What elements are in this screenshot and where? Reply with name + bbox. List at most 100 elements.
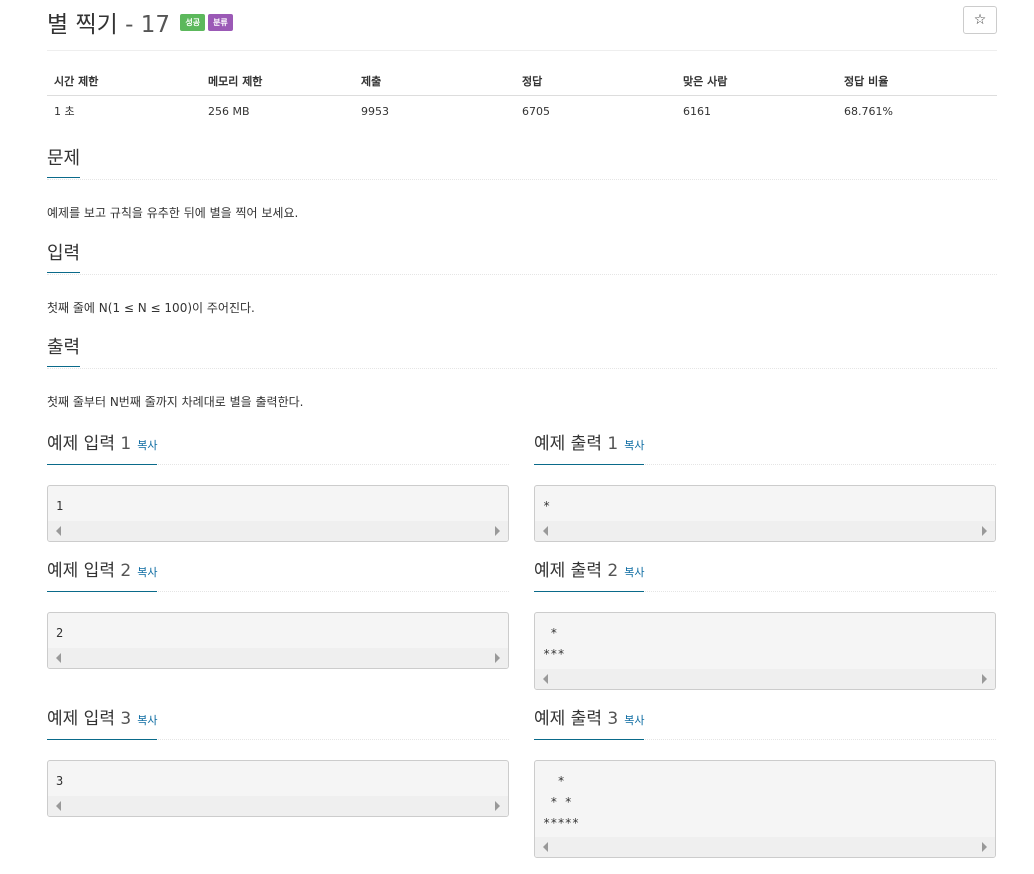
output-heading: 출력	[47, 336, 81, 367]
copy-sample-input-1-link[interactable]: 복사	[137, 439, 157, 452]
scroll-right-icon[interactable]	[495, 653, 500, 663]
copy-sample-output-1-link[interactable]: 복사	[624, 439, 644, 452]
copy-sample-output-3-link[interactable]: 복사	[624, 714, 644, 727]
problem-page: 별 찍기 - 17 성공 분류 ☆ 시간 제한 메모리 제한 제출 정답 맞은 사…	[47, 0, 997, 858]
sample-output-2: 예제 출력 2 복사 * ***	[534, 559, 996, 690]
problem-name: 별 찍기	[47, 12, 118, 38]
sample-input-3-head: 예제 입력 3 복사	[47, 707, 509, 740]
horizontal-scrollbar[interactable]	[48, 521, 508, 541]
sample-output-3-text: * * * *****	[543, 774, 580, 830]
horizontal-scrollbar[interactable]	[535, 669, 995, 689]
title-separator: -	[125, 12, 134, 38]
horizontal-scrollbar[interactable]	[535, 521, 995, 541]
sample-input-2-title: 예제 입력 2 복사	[47, 559, 158, 592]
sample-output-1: 예제 출력 1 복사 *	[534, 432, 996, 542]
info-value-row: 1 초 256 MB 9953 6705 6161 68.761%	[47, 96, 997, 127]
scroll-left-icon[interactable]	[56, 526, 61, 536]
info-header-row: 시간 제한 메모리 제한 제출 정답 맞은 사람 정답 비율	[47, 67, 997, 96]
problem-section: 문제 예제를 보고 규칙을 유추한 뒤에 별을 찍어 보세요.	[47, 147, 997, 221]
sample-output-1-number: 1	[607, 434, 619, 454]
problem-info-table: 시간 제한 메모리 제한 제출 정답 맞은 사람 정답 비율 1 초 256 M…	[47, 67, 997, 126]
horizontal-scrollbar[interactable]	[48, 796, 508, 816]
problem-heading: 문제	[47, 147, 81, 178]
scroll-right-icon[interactable]	[982, 842, 987, 852]
sample-output-2-text: * ***	[543, 626, 565, 661]
title-row: 별 찍기 - 17 성공 분류 ☆	[47, 0, 997, 51]
info-submissions[interactable]: 9953	[354, 96, 515, 127]
sample-output-2-label: 예제 출력	[534, 561, 602, 581]
horizontal-scrollbar[interactable]	[48, 648, 508, 668]
copy-sample-output-2-link[interactable]: 복사	[624, 566, 644, 579]
problem-section-head: 문제	[47, 147, 997, 180]
status-badge-success[interactable]: 성공	[180, 14, 206, 31]
output-section-head: 출력	[47, 336, 997, 369]
scroll-left-icon[interactable]	[543, 526, 548, 536]
sample-output-3: 예제 출력 3 복사 * * * *****	[534, 707, 996, 858]
sample-output-3-box[interactable]: * * * *****	[534, 760, 996, 858]
sample-output-2-number: 2	[607, 561, 619, 581]
info-header-accepted: 정답	[515, 67, 676, 96]
scroll-right-icon[interactable]	[495, 801, 500, 811]
scroll-left-icon[interactable]	[543, 674, 548, 684]
sample-output-1-head: 예제 출력 1 복사	[534, 432, 996, 465]
sample-output-2-head: 예제 출력 2 복사	[534, 559, 996, 592]
info-header-ratio: 정답 비율	[837, 67, 997, 96]
sample-output-2-box[interactable]: * ***	[534, 612, 996, 690]
sample-output-3-number: 3	[607, 709, 619, 729]
sample-input-1-number: 1	[120, 434, 132, 454]
sample-output-3-title: 예제 출력 3 복사	[534, 707, 645, 740]
sample-input-3-text: 3	[56, 774, 64, 788]
sample-input-2-label: 예제 입력	[47, 561, 115, 581]
input-heading: 입력	[47, 242, 81, 273]
sample-input-1-label: 예제 입력	[47, 434, 115, 454]
sample-input-1-box[interactable]: 1	[47, 485, 509, 542]
sample-input-3-box[interactable]: 3	[47, 760, 509, 817]
scroll-left-icon[interactable]	[56, 801, 61, 811]
horizontal-scrollbar[interactable]	[535, 837, 995, 857]
sample-output-1-title: 예제 출력 1 복사	[534, 432, 645, 465]
info-ratio: 68.761%	[844, 104, 893, 118]
info-time-limit: 1 초	[54, 105, 75, 118]
problem-description: 예제를 보고 규칙을 유추한 뒤에 별을 찍어 보세요.	[47, 206, 299, 220]
sample-input-3-number: 3	[120, 709, 132, 729]
output-section: 출력 첫째 줄부터 N번째 줄까지 차례대로 별을 출력한다.	[47, 336, 997, 410]
copy-sample-input-2-link[interactable]: 복사	[137, 566, 157, 579]
sample-output-1-box[interactable]: *	[534, 485, 996, 542]
input-description: 첫째 줄에 N(1 ≤ N ≤ 100)이 주어진다.	[47, 301, 255, 315]
sample-input-1-title: 예제 입력 1 복사	[47, 432, 158, 465]
sample-input-2-box[interactable]: 2	[47, 612, 509, 669]
favorite-star-button[interactable]: ☆	[963, 6, 997, 34]
sample-output-3-head: 예제 출력 3 복사	[534, 707, 996, 740]
scroll-right-icon[interactable]	[982, 526, 987, 536]
problem-number: 17	[140, 12, 171, 38]
sample-input-3-label: 예제 입력	[47, 709, 115, 729]
sample-input-2: 예제 입력 2 복사 2	[47, 559, 509, 669]
sample-input-3-title: 예제 입력 3 복사	[47, 707, 158, 740]
star-icon: ☆	[973, 12, 987, 28]
problem-title: 별 찍기 - 17 성공 분류	[47, 5, 233, 39]
info-header-memory-limit: 메모리 제한	[201, 67, 354, 96]
info-header-submissions: 제출	[354, 67, 515, 96]
sample-output-1-label: 예제 출력	[534, 434, 602, 454]
sample-input-2-head: 예제 입력 2 복사	[47, 559, 509, 592]
info-memory-limit: 256 MB	[208, 104, 250, 118]
info-accepted[interactable]: 6705	[515, 96, 676, 127]
sample-output-3-label: 예제 출력	[534, 709, 602, 729]
info-header-time-limit: 시간 제한	[47, 67, 201, 96]
sample-input-1-head: 예제 입력 1 복사	[47, 432, 509, 465]
scroll-right-icon[interactable]	[982, 674, 987, 684]
sample-output-2-title: 예제 출력 2 복사	[534, 559, 645, 592]
input-section-head: 입력	[47, 242, 997, 275]
category-badge[interactable]: 분류	[208, 14, 233, 31]
sample-input-3: 예제 입력 3 복사 3	[47, 707, 509, 817]
info-solved-users[interactable]: 6161	[676, 96, 837, 127]
output-description: 첫째 줄부터 N번째 줄까지 차례대로 별을 출력한다.	[47, 395, 304, 409]
sample-input-2-text: 2	[56, 626, 64, 640]
copy-sample-input-3-link[interactable]: 복사	[137, 714, 157, 727]
sample-input-2-number: 2	[120, 561, 132, 581]
scroll-left-icon[interactable]	[56, 653, 61, 663]
info-header-solved-users: 맞은 사람	[676, 67, 837, 96]
scroll-right-icon[interactable]	[495, 526, 500, 536]
input-section: 입력 첫째 줄에 N(1 ≤ N ≤ 100)이 주어진다.	[47, 242, 997, 316]
scroll-left-icon[interactable]	[543, 842, 548, 852]
